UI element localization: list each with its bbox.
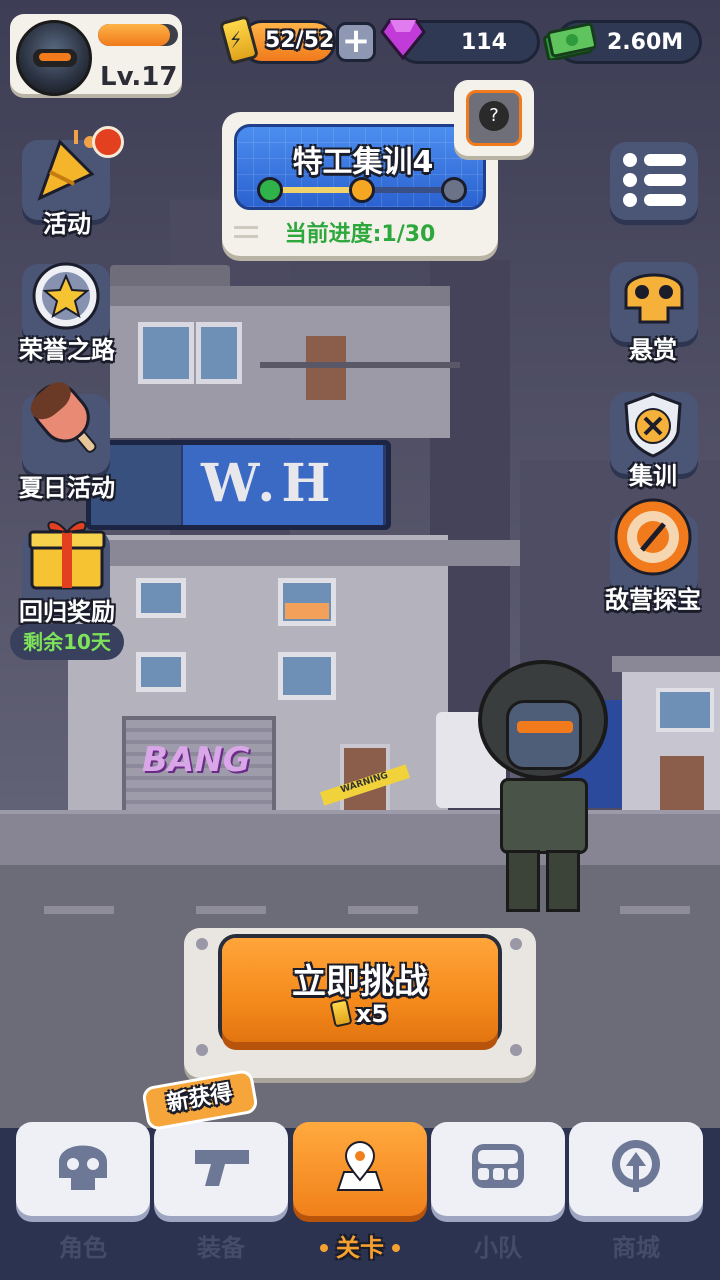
graffiti-text: BANG [142, 740, 251, 780]
energy-value: 52/52 [265, 28, 335, 53]
nav-tab-equipment[interactable] [154, 1122, 288, 1216]
door [306, 336, 346, 400]
summer-event-label: 夏日活动 [19, 474, 115, 502]
nav-label-stages-text: 关卡 [336, 1234, 384, 1262]
rivet [510, 938, 522, 950]
map-pin-icon [336, 1141, 384, 1191]
billboard-text: W.H [201, 453, 337, 514]
nav-label-shop: 商城 [612, 1234, 660, 1262]
gem-value: 114 [461, 30, 507, 55]
stage-node-complete [257, 177, 283, 203]
road-marking [44, 906, 114, 914]
challenge-now-button[interactable]: 立即挑战 x5 [222, 938, 498, 1042]
honor-road-label: 荣誉之路 [19, 336, 115, 364]
window [196, 322, 242, 384]
mystery-reward-icon: ? [466, 90, 522, 146]
nav-label-character: 角色 [59, 1234, 107, 1262]
add-energy-button[interactable]: + [336, 22, 376, 62]
challenge-label: 立即挑战 [292, 962, 428, 1002]
road-marking [196, 906, 266, 914]
xp-bar-fill [98, 24, 170, 46]
gem-icon [380, 18, 426, 60]
mission-reward-preview[interactable]: ? [454, 80, 534, 156]
road-marking [620, 906, 690, 914]
ice-cream-icon [30, 382, 97, 453]
player-avatar[interactable] [16, 20, 92, 96]
star-medal-icon [32, 262, 100, 330]
stage-node-locked [441, 177, 467, 203]
window-light [285, 603, 329, 619]
notification-dot [92, 126, 124, 158]
events-label: 活动 [43, 210, 91, 238]
enemy-treasure-label: 敌营探宝 [605, 586, 701, 614]
character-leg [506, 850, 540, 912]
building-roof [100, 286, 450, 306]
nav-label-squad: 小队 [474, 1234, 522, 1262]
shield-badge-icon [624, 392, 682, 458]
active-dot [392, 1244, 400, 1252]
character-mask [506, 700, 582, 770]
skull-icon [624, 273, 684, 324]
gift-box-icon [28, 521, 106, 590]
shop-icon [612, 1140, 660, 1192]
mission-title: 特工集训4 [292, 145, 434, 180]
character-vest [500, 778, 588, 854]
xp-bar [98, 24, 178, 46]
days-remaining-badge: 剩余10天 [10, 624, 124, 660]
return-reward-label: 回归奖励 [19, 598, 115, 626]
window [136, 652, 186, 692]
gun-icon [195, 1150, 249, 1186]
garage-shutter: BANG [122, 716, 276, 814]
nav-tab-character[interactable] [16, 1122, 150, 1216]
mission-map: 特工集训4 [234, 124, 486, 210]
nav-label-equipment: 装备 [197, 1234, 245, 1262]
window [278, 578, 336, 626]
stage-node-current [349, 177, 375, 203]
character-visor [517, 721, 573, 733]
plus-icon: + [341, 21, 371, 61]
player-level: Lv.17 [100, 62, 178, 92]
window [138, 322, 194, 384]
squad-icon [472, 1144, 524, 1188]
question-mark-icon: ? [479, 101, 509, 131]
balcony-rail [260, 362, 460, 368]
window [136, 578, 186, 618]
mission-progress: 当前进度:1/30 [284, 222, 436, 247]
small-house [622, 664, 720, 814]
bounty-label: 悬赏 [629, 336, 677, 364]
road-marking [348, 906, 418, 914]
nav-tab-squad[interactable] [431, 1122, 565, 1216]
player-profile-card[interactable]: Lv.17 [10, 14, 182, 96]
door [660, 756, 704, 814]
window [656, 688, 714, 732]
character-leg [546, 850, 580, 912]
list-menu-icon [623, 153, 686, 207]
nav-tab-stages[interactable] [293, 1122, 427, 1216]
cash-value: 2.60M [607, 30, 684, 55]
rivet [196, 1044, 208, 1056]
nav-tab-shop[interactable] [569, 1122, 703, 1216]
target-treasure-icon [614, 498, 692, 576]
rivet [510, 1044, 522, 1056]
rivet [196, 938, 208, 950]
active-dot [320, 1244, 328, 1252]
small-house-roof [612, 656, 720, 672]
energy-cost-value: x5 [355, 1000, 389, 1028]
energy-cost: x5 [222, 998, 498, 1028]
skull-icon [59, 1145, 107, 1190]
player-character[interactable] [466, 660, 626, 916]
training-label: 集训 [629, 462, 677, 490]
battery-icon [329, 998, 353, 1028]
nav-label-stages: 关卡 [293, 1228, 427, 1263]
window [278, 652, 336, 700]
building-ledge [60, 540, 520, 566]
cash-icon [543, 22, 596, 60]
